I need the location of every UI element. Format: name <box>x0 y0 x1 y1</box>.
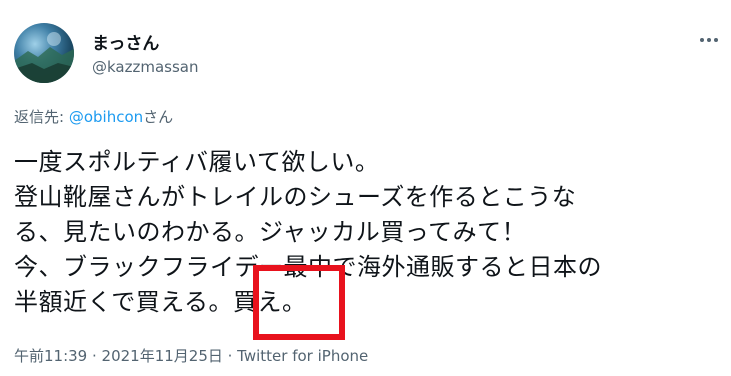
reply-prefix: 返信先: <box>14 108 69 126</box>
tweet-line-1: 一度スポルティバ履いて欲しい。 <box>14 148 380 176</box>
reply-suffix: さん <box>143 108 174 126</box>
tweet-line-5: 半額近くで買える。買え。 <box>14 288 307 316</box>
avatar-photo <box>14 32 74 83</box>
tweet-line-4: 今、ブラックフライデー最中で海外通販すると日本の <box>14 253 602 281</box>
author-name[interactable]: まっさん <box>92 29 159 54</box>
more-options-icon[interactable] <box>696 30 722 50</box>
author-handle[interactable]: @kazzmassan <box>92 58 199 76</box>
tweet-timestamp[interactable]: 午前11:39 · 2021年11月25日 · Twitter for iPho… <box>14 345 368 366</box>
red-highlight-box <box>253 265 345 340</box>
reply-mention-link[interactable]: @obihcon <box>69 108 143 126</box>
avatar[interactable] <box>14 23 74 83</box>
tweet-text: 一度スポルティバ履いて欲しい。 登山靴屋さんがトレイルのシューズを作るとこうな … <box>14 145 719 320</box>
reply-to-line: 返信先: @obihconさん <box>14 106 173 127</box>
tweet-line-2: 登山靴屋さんがトレイルのシューズを作るとこうな <box>14 183 577 211</box>
tweet-line-3: る、見たいのわかる。ジャッカル買ってみて！ <box>14 218 527 246</box>
